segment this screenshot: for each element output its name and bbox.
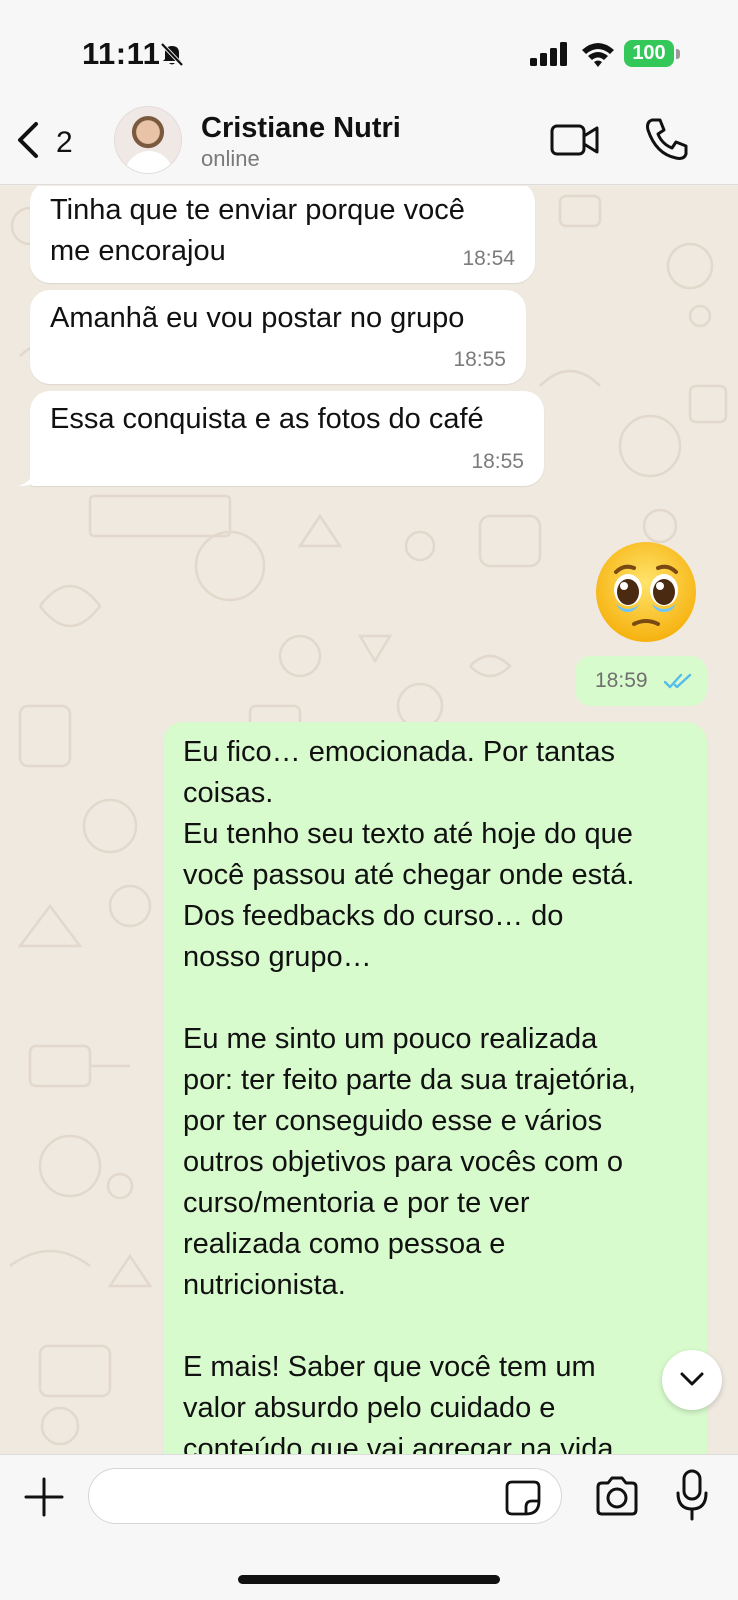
message-text: Amanhã eu vou postar no grupo <box>50 302 465 334</box>
double-check-read-icon <box>663 673 692 689</box>
home-indicator[interactable] <box>238 1575 500 1584</box>
bell-slash-icon <box>160 42 184 67</box>
chevron-down-icon <box>680 1372 704 1386</box>
battery-level: 100 <box>632 42 666 64</box>
sticker-icon[interactable] <box>504 1479 542 1517</box>
message-text: Eu fico… emocionada. Por tantas coisas. … <box>183 736 636 1454</box>
chat-header: 2 Cristiane Nutri online <box>0 100 738 185</box>
wifi-icon <box>582 43 614 67</box>
chevron-left-icon <box>18 122 38 158</box>
battery-icon: 100 <box>624 40 674 67</box>
message-bubble[interactable]: Essa conquista e as fotos do café 18:55 <box>30 391 544 486</box>
bubble-tail <box>18 472 38 486</box>
message-bubble[interactable]: Amanhã eu vou postar no grupo 18:55 <box>30 290 526 384</box>
message-bubble[interactable]: Eu fico… emocionada. Por tantas coisas. … <box>163 722 707 1454</box>
battery-cap <box>676 49 680 59</box>
contact-status: online <box>201 146 260 171</box>
avatar-coat <box>125 151 173 173</box>
unread-count: 2 <box>56 126 73 159</box>
message-time: 18:55 <box>471 450 524 473</box>
message-time: 18:59 <box>595 669 648 692</box>
message-input-bar <box>0 1454 738 1600</box>
message-text: Tinha que te enviar porque você me encor… <box>50 194 465 267</box>
video-camera-icon[interactable] <box>550 120 600 160</box>
phone-icon[interactable] <box>644 116 688 162</box>
message-bubble[interactable]: Tinha que te enviar porque você me encor… <box>30 186 535 283</box>
signal-icon <box>530 42 567 66</box>
emoji-message-meta: 18:59 <box>575 656 707 706</box>
message-time: 18:54 <box>462 247 515 270</box>
pleading-face-emoji[interactable] <box>594 540 698 644</box>
camera-icon[interactable] <box>594 1475 640 1517</box>
message-time: 18:55 <box>453 348 506 371</box>
avatar[interactable] <box>114 106 182 174</box>
message-text: Essa conquista e as fotos do café <box>50 403 484 435</box>
scroll-to-bottom-button[interactable] <box>662 1350 722 1410</box>
plus-icon[interactable] <box>22 1475 66 1519</box>
chat-area[interactable]: Tinha que te enviar porque você me encor… <box>0 186 738 1454</box>
status-bar: 11:11 100 <box>0 0 738 100</box>
microphone-icon[interactable] <box>676 1469 708 1521</box>
status-time: 11:11 <box>82 36 161 71</box>
back-button[interactable]: 2 <box>10 112 80 172</box>
contact-name[interactable]: Cristiane Nutri <box>201 112 401 145</box>
message-input[interactable] <box>88 1468 562 1524</box>
